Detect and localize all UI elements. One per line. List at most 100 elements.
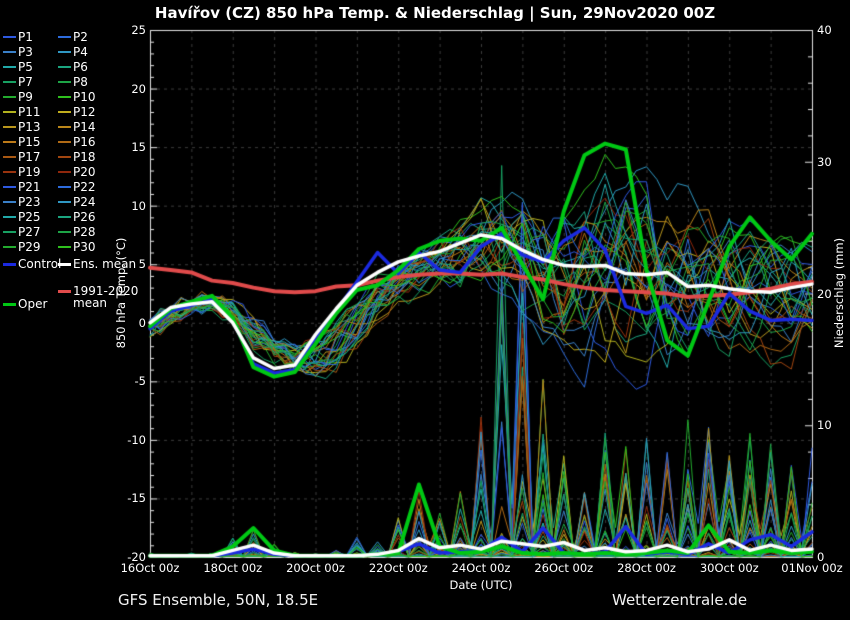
y-axis-right-title: Niederschlag (mm) bbox=[832, 237, 846, 349]
legend-item-p2: P2 bbox=[58, 31, 88, 43]
legend-color-swatch bbox=[3, 171, 16, 173]
legend-label: P16 bbox=[73, 135, 96, 149]
legend-label: P12 bbox=[73, 105, 96, 119]
footer-model-info: GFS Ensemble, 50N, 18.5E bbox=[118, 591, 319, 609]
legend-label: P19 bbox=[18, 165, 41, 179]
legend-item-p23: P23 bbox=[3, 196, 41, 208]
legend-item-p11: P11 bbox=[3, 106, 41, 118]
x-tick-label: 18Oct 00z bbox=[203, 561, 263, 575]
y-right-tick-label: 20 bbox=[817, 286, 832, 301]
legend-label: P27 bbox=[18, 225, 41, 239]
legend-item-p3: P3 bbox=[3, 46, 33, 58]
legend-label: P8 bbox=[73, 75, 88, 89]
legend-label: P6 bbox=[73, 60, 88, 74]
legend-color-swatch bbox=[3, 81, 16, 83]
legend-label: P1 bbox=[18, 30, 33, 44]
legend-color-swatch bbox=[58, 111, 71, 113]
legend-item-p9: P9 bbox=[3, 91, 33, 103]
legend-item-p12: P12 bbox=[58, 106, 96, 118]
y-left-tick-label: 15 bbox=[131, 140, 146, 155]
legend-color-swatch bbox=[58, 171, 71, 173]
legend-label: Control bbox=[18, 257, 62, 271]
legend-color-swatch bbox=[3, 126, 16, 128]
legend-color-swatch bbox=[58, 186, 71, 188]
legend-item-p30: P30 bbox=[58, 241, 96, 253]
legend-item-p4: P4 bbox=[58, 46, 88, 58]
legend-color-swatch bbox=[58, 231, 71, 233]
legend-color-swatch bbox=[58, 66, 71, 68]
legend-item-p26: P26 bbox=[58, 211, 96, 223]
legend-item-p22: P22 bbox=[58, 181, 96, 193]
legend-color-swatch bbox=[3, 141, 16, 143]
x-tick-label: 01Nov 00z bbox=[781, 561, 843, 575]
legend-item-control: Control bbox=[3, 258, 61, 270]
legend-label: P15 bbox=[18, 135, 41, 149]
legend-label: P13 bbox=[18, 120, 41, 134]
y-left-tick-label: 0 bbox=[138, 315, 146, 330]
legend-color-swatch bbox=[58, 246, 71, 248]
legend-label: P22 bbox=[73, 180, 96, 194]
legend-item-p13: P13 bbox=[3, 121, 41, 133]
legend-item-p25: P25 bbox=[3, 211, 41, 223]
legend-color-swatch bbox=[58, 126, 71, 128]
legend-color-swatch bbox=[58, 201, 71, 203]
legend-label: P4 bbox=[73, 45, 88, 59]
legend-label: P3 bbox=[18, 45, 33, 59]
x-tick-label: 24Oct 00z bbox=[451, 561, 511, 575]
legend-color-swatch bbox=[58, 262, 71, 266]
legend-label: P14 bbox=[73, 120, 96, 134]
x-tick-label: 28Oct 00z bbox=[617, 561, 676, 575]
x-tick-label: 26Oct 00z bbox=[534, 561, 594, 575]
legend-label: 1991-2020 mean bbox=[73, 284, 139, 310]
legend-item-p15: P15 bbox=[3, 136, 41, 148]
legend-label: P23 bbox=[18, 195, 41, 209]
legend-label: P7 bbox=[18, 75, 33, 89]
legend-label: Oper bbox=[18, 297, 48, 311]
legend-item-p8: P8 bbox=[58, 76, 88, 88]
legend-item-p10: P10 bbox=[58, 91, 96, 103]
legend-item-p6: P6 bbox=[58, 61, 88, 73]
legend-color-swatch bbox=[58, 96, 71, 98]
legend-color-swatch bbox=[58, 216, 71, 218]
legend-item-p28: P28 bbox=[58, 226, 96, 238]
y-left-tick-label: -15 bbox=[127, 491, 146, 506]
legend-label: P20 bbox=[73, 165, 96, 179]
legend-label: P11 bbox=[18, 105, 41, 119]
legend-item-p29: P29 bbox=[3, 241, 41, 253]
legend-color-swatch bbox=[3, 156, 16, 158]
legend-color-swatch bbox=[3, 231, 16, 233]
legend-color-swatch bbox=[58, 36, 71, 38]
legend-item-p17: P17 bbox=[3, 151, 41, 163]
y-right-tick-label: 40 bbox=[817, 23, 832, 37]
legend-item-p1: P1 bbox=[3, 31, 33, 43]
x-tick-label: 20Oct 00z bbox=[286, 561, 345, 575]
legend-color-swatch bbox=[58, 81, 71, 83]
legend-label: P25 bbox=[18, 210, 41, 224]
y-right-tick-label: 10 bbox=[817, 418, 832, 433]
legend-color-swatch bbox=[58, 141, 71, 143]
legend-label: P24 bbox=[73, 195, 96, 209]
legend-color-swatch bbox=[3, 111, 16, 113]
x-tick-label: 16Oct 00z bbox=[120, 561, 180, 575]
legend-color-swatch bbox=[58, 156, 71, 158]
y-left-tick-label: 5 bbox=[138, 257, 146, 272]
legend-label: P17 bbox=[18, 150, 41, 164]
legend-item-p24: P24 bbox=[58, 196, 96, 208]
legend-color-swatch bbox=[3, 262, 16, 266]
legend-label: P29 bbox=[18, 240, 41, 254]
legend-color-swatch bbox=[3, 66, 16, 68]
legend-item-p5: P5 bbox=[3, 61, 33, 73]
legend-label: P5 bbox=[18, 60, 33, 74]
legend-item-p21: P21 bbox=[3, 181, 41, 193]
legend-color-swatch bbox=[3, 216, 16, 218]
y-left-tick-label: 10 bbox=[131, 198, 146, 213]
legend-item-p19: P19 bbox=[3, 166, 41, 178]
y-left-tick-label: 20 bbox=[131, 81, 146, 96]
legend-label: P21 bbox=[18, 180, 41, 194]
legend-color-swatch bbox=[3, 302, 16, 306]
footer-site-credit: Wetterzentrale.de bbox=[612, 591, 748, 609]
legend-label: P2 bbox=[73, 30, 88, 44]
legend-color-swatch bbox=[3, 96, 16, 98]
legend-color-swatch bbox=[58, 51, 71, 53]
legend-color-swatch bbox=[58, 290, 71, 293]
